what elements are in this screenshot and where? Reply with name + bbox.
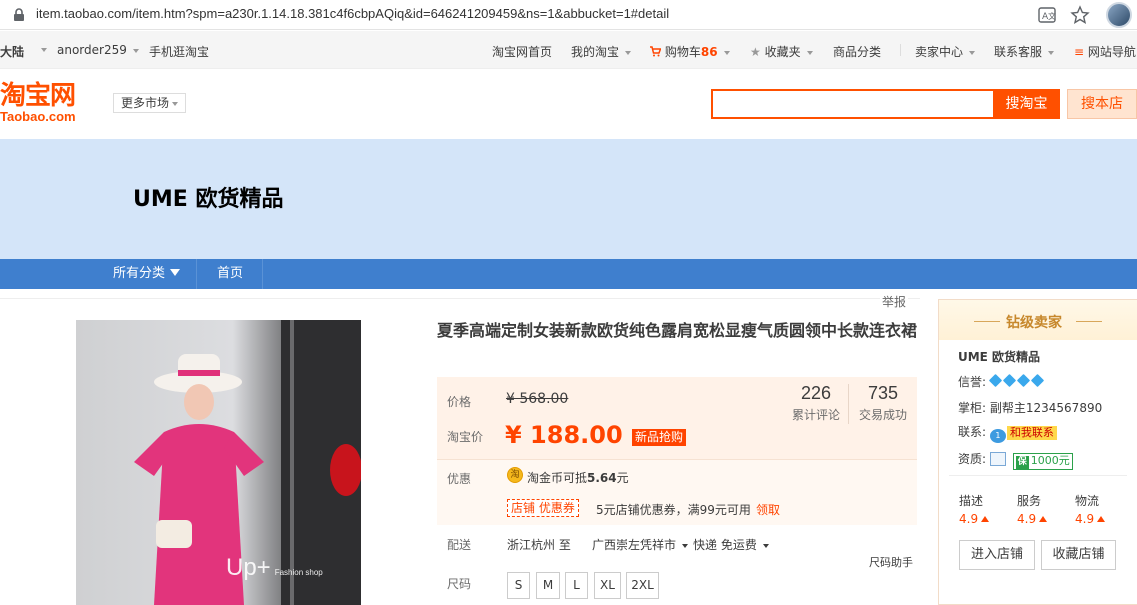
credit-diamonds-icon <box>988 373 1046 389</box>
my-taobao-link[interactable]: 我的淘宝 <box>571 43 632 60</box>
size-label: 尺码 <box>447 577 472 591</box>
mobile-taobao-link[interactable]: 手机逛淘宝 <box>149 43 209 60</box>
new-product-badge[interactable]: 新品抢购 <box>632 429 687 446</box>
svg-text:文: 文 <box>1048 11 1056 21</box>
title-rule <box>974 321 1000 322</box>
region-label[interactable]: 大陆 <box>0 43 24 60</box>
shop-nav-all-categories[interactable]: 所有分类 <box>97 259 197 289</box>
cart-icon <box>650 46 662 57</box>
caret-down-icon <box>170 269 181 276</box>
score-description: 描述 4.9 <box>959 492 990 526</box>
product-main-image[interactable]: Up+ Fashion shop <box>76 320 361 605</box>
shop-nav-home[interactable]: 首页 <box>198 259 263 289</box>
cart-link[interactable]: 购物车86 <box>650 43 730 60</box>
nav-divider <box>900 44 901 56</box>
up-arrow-icon <box>981 516 990 522</box>
search-taobao-button[interactable]: 搜淘宝 <box>993 89 1060 119</box>
profile-avatar[interactable] <box>1106 2 1132 28</box>
menu-icon: ≡ <box>1074 45 1085 59</box>
chevron-down-icon <box>132 48 139 53</box>
wangwang-chat-icon: 1 <box>989 429 1006 443</box>
claim-coupon-link[interactable]: 领取 <box>756 501 780 518</box>
product-title: 夏季高端定制女装新款欧货纯色露肩宽松显瘦气质圆领中长款连衣裙 <box>437 321 918 340</box>
url-text[interactable]: item.taobao.com/item.htm?spm=a230r.1.14.… <box>36 6 669 21</box>
reviews-stat[interactable]: 226 累计评论 <box>786 383 846 423</box>
seller-center-link[interactable]: 卖家中心 <box>915 43 976 60</box>
size-helper-link[interactable]: 尺码助手 <box>869 554 913 570</box>
size-option-m[interactable]: M <box>536 572 560 599</box>
taobao-logo[interactable]: 淘宝网 Taobao.com <box>0 82 96 124</box>
coin-discount-text: 淘金币可抵5.64元 <box>527 471 629 485</box>
chevron-down-icon <box>723 50 730 55</box>
delivery-from: 浙江杭州 至 <box>507 538 571 552</box>
size-option-2xl[interactable]: 2XL <box>626 572 659 599</box>
chevron-down-icon <box>969 50 976 55</box>
categories-link[interactable]: 商品分类 <box>833 43 881 60</box>
price-label: 价格 <box>447 395 472 409</box>
enter-shop-button[interactable]: 进入店铺 <box>959 540 1035 570</box>
score-service: 服务 4.9 <box>1017 492 1048 526</box>
star-icon: ★ <box>750 45 761 59</box>
browser-address-bar[interactable]: item.taobao.com/item.htm?spm=a230r.1.14.… <box>0 0 1137 30</box>
id-certified-icon[interactable] <box>989 452 1006 466</box>
delivery-destination-select[interactable]: 广西崇左凭祥市 <box>592 536 689 553</box>
chevron-down-icon <box>1048 50 1055 55</box>
shop-name[interactable]: UME 欧货精品 <box>133 181 283 213</box>
deposit-badge[interactable]: 保 1000元 <box>1012 453 1073 470</box>
sales-stat: 735 交易成功 <box>858 383 907 422</box>
seller-contact: 联系: 1 和我联系 <box>958 423 1057 443</box>
taobao-home-link[interactable]: 淘宝网首页 <box>492 43 552 60</box>
deposit-icon: 保 <box>1015 456 1029 469</box>
translate-icon[interactable]: A 文 <box>1037 5 1057 25</box>
sitemap-link[interactable]: ≡ 网站导航 <box>1074 43 1136 60</box>
up-arrow-icon <box>1097 516 1106 522</box>
chevron-down-icon <box>41 48 47 52</box>
current-price: ¥ 188.00 <box>505 421 623 449</box>
bookmark-star-icon[interactable] <box>1070 5 1090 25</box>
favorites-link[interactable]: ★ 收藏夹 <box>750 43 813 60</box>
customer-service-link[interactable]: 联系客服 <box>994 43 1055 60</box>
image-watermark: Up+ Fashion shop <box>226 554 323 581</box>
contact-seller-button[interactable]: 1 和我联系 <box>989 425 1057 443</box>
seller-level: 钻级卖家 <box>1006 315 1062 331</box>
lock-icon <box>14 8 24 21</box>
size-option-xl[interactable]: XL <box>594 572 621 599</box>
promo-label: 优惠 <box>447 472 472 486</box>
score-logistics: 物流 4.9 <box>1075 492 1106 526</box>
search-input[interactable] <box>711 89 995 119</box>
stat-divider <box>848 384 849 424</box>
taobao-price-label: 淘宝价 <box>447 430 484 444</box>
seller-credit: 信誉: <box>958 373 1046 390</box>
shipping-method-select[interactable]: 快递 免运费 <box>693 536 769 553</box>
shop-coupon-badge: 店铺 优惠券 <box>507 499 579 517</box>
size-option-l[interactable]: L <box>565 572 588 599</box>
taojinbi-coin-icon: 淘 <box>507 467 523 483</box>
up-arrow-icon <box>1039 516 1048 522</box>
chevron-down-icon <box>682 543 689 548</box>
original-price: ¥ 568.00 <box>506 391 569 407</box>
seller-owner: 掌柜: 副帮主1234567890 <box>958 401 1103 415</box>
favorite-shop-button[interactable]: 收藏店铺 <box>1041 540 1116 570</box>
chevron-down-icon <box>625 50 632 55</box>
delivery-label: 配送 <box>447 538 472 552</box>
chevron-down-icon <box>806 50 813 55</box>
cart-count: 86 <box>700 45 718 59</box>
chevron-down-icon <box>762 543 769 548</box>
title-rule <box>1076 321 1102 322</box>
site-top-nav: 大陆 anorder259 手机逛淘宝 淘宝网首页 我的淘宝 购物车86 ★ 收… <box>0 31 1137 69</box>
section-divider <box>0 298 920 299</box>
seller-divider <box>949 475 1127 476</box>
shop-nav: 所有分类 首页 <box>0 259 1137 289</box>
size-option-s[interactable]: S <box>507 572 530 599</box>
coupon-text: 5元店铺优惠券，满99元可用 <box>596 503 751 517</box>
chevron-down-icon <box>172 101 179 106</box>
seller-qualification: 资质: 保 1000元 <box>958 450 1073 470</box>
more-market-dropdown[interactable]: 更多市场 <box>113 93 187 113</box>
search-shop-button[interactable]: 搜本店 <box>1067 89 1137 119</box>
user-link[interactable]: anorder259 <box>57 43 139 57</box>
seller-shop-name[interactable]: UME 欧货精品 <box>958 348 1040 365</box>
report-link[interactable]: 举报 <box>880 293 909 310</box>
